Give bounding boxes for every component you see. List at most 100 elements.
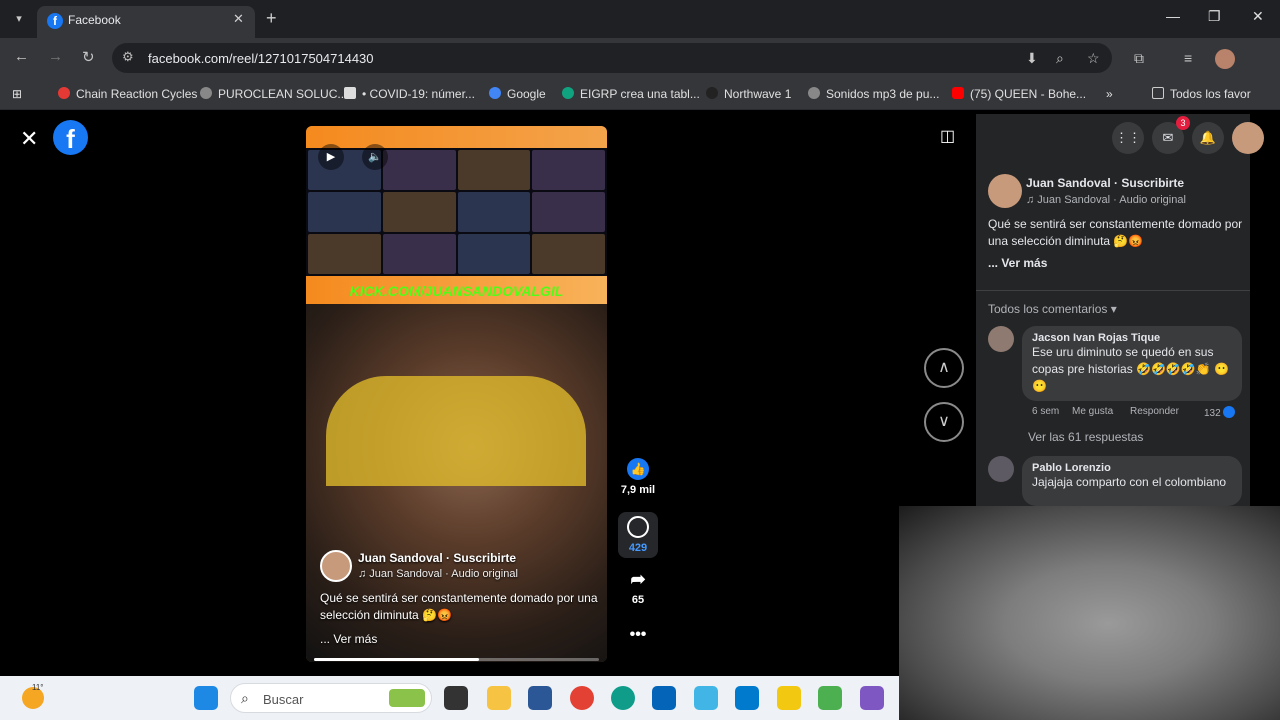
minimize-button[interactable]: — (1166, 8, 1180, 24)
previous-reel-button[interactable]: ∧ (924, 348, 964, 388)
comments-panel: ⋮⋮ ✉ 🔔 Juan Sandoval · Suscribirte ♫ Jua… (976, 114, 1264, 506)
bluestacks-icon[interactable] (818, 686, 842, 710)
comment-time[interactable]: 6 sem (1032, 406, 1059, 417)
commenter-avatar[interactable] (988, 326, 1014, 352)
thumbs-up-icon: 👍 (627, 458, 649, 480)
panel-subscribe-link[interactable]: · Suscribirte (1114, 176, 1184, 190)
reel-video[interactable]: ▶ 🔈 KICK.COM/JUANSANDOVALGIL Juan Sandov… (306, 126, 607, 662)
taskbar-search[interactable]: ⌕ Buscar (230, 683, 432, 713)
outlook-icon[interactable] (652, 686, 676, 710)
powerbi-icon[interactable] (777, 686, 801, 710)
globe-icon (200, 87, 212, 99)
start-icon[interactable] (194, 686, 218, 710)
panel-owner-avatar[interactable] (988, 174, 1022, 208)
back-button[interactable]: ← (14, 48, 29, 65)
messenger-badge: 3 (1176, 116, 1190, 130)
kick-banner: KICK.COM/JUANSANDOVALGIL (306, 276, 607, 304)
owner-avatar[interactable] (320, 550, 352, 582)
play-icon[interactable]: ▶ (318, 144, 344, 170)
bookmark-queen[interactable]: (75) QUEEN - Bohe... (952, 87, 1086, 101)
audio-label[interactable]: ♫ Juan Sandoval · Audio original (358, 568, 518, 580)
bookmark-northwave[interactable]: Northwave 1 (706, 87, 791, 101)
edge-icon[interactable] (611, 686, 635, 710)
panel-divider (976, 290, 1250, 291)
address-bar[interactable]: ⚙ facebook.com/reel/1271017504714430 (112, 43, 1112, 73)
panel-see-more-link[interactable]: ... Ver más (988, 256, 1047, 270)
subscribe-link[interactable]: · Suscribirte (446, 551, 516, 565)
video-progress-bar[interactable] (314, 658, 599, 661)
bookmark-puroclean[interactable]: PUROCLEAN SOLUC... (200, 87, 347, 101)
store-icon[interactable] (528, 686, 552, 710)
bookmarks-overflow-icon[interactable]: » (1106, 87, 1113, 101)
doc-icon (344, 87, 356, 99)
notifications-bell-icon[interactable]: 🔔 (1192, 122, 1224, 154)
owner-name[interactable]: Juan Sandoval (358, 551, 443, 565)
comment-bubble: Pablo Lorenzio Jajajaja comparto con el … (1022, 456, 1242, 506)
comment-action[interactable]: 429 (618, 512, 658, 558)
search-highlight-icon (389, 689, 425, 707)
profile-avatar[interactable] (1215, 49, 1235, 69)
bookmark-eigrp[interactable]: EIGRP crea una tabl... (562, 87, 700, 101)
task-view-icon[interactable] (444, 686, 468, 710)
panel-caption: Qué se sentirá ser constantemente domado… (988, 217, 1243, 248)
like-reaction-icon (1223, 406, 1236, 418)
share-action[interactable]: ➦ 65 (618, 568, 658, 606)
tab-close-icon[interactable]: ✕ (233, 11, 244, 27)
close-window-button[interactable]: ✕ (1252, 8, 1264, 25)
commenter-name[interactable]: Jacson Ivan Rojas Tique (1032, 332, 1232, 344)
share-icon: ➦ (630, 569, 646, 589)
windows-taskbar: 11° ⌕ Buscar (0, 676, 899, 720)
video-progress-fill (314, 658, 480, 661)
commenter-name[interactable]: Pablo Lorenzio (1032, 462, 1232, 474)
next-reel-button[interactable]: ∨ (924, 402, 964, 442)
northwave-icon (706, 87, 718, 99)
install-app-icon[interactable]: ⬇ (1026, 50, 1038, 67)
vscode-icon[interactable] (735, 686, 759, 710)
tab-facebook[interactable]: f Facebook ✕ (37, 6, 255, 38)
apps-grid-icon[interactable]: ⊞ (12, 87, 22, 101)
menu-grid-icon[interactable]: ⋮⋮ (1112, 122, 1144, 154)
panel-toggle-icon[interactable]: ◫ (940, 126, 955, 146)
volume-icon[interactable]: 🔈 (362, 144, 388, 170)
new-tab-button[interactable]: + (266, 8, 277, 29)
forward-button[interactable]: → (48, 48, 63, 65)
media-controls-icon[interactable]: ≡ (1184, 50, 1192, 66)
view-replies-link[interactable]: Ver las 61 respuestas (1028, 430, 1143, 444)
site-info-icon[interactable]: ⚙ (122, 49, 134, 65)
pin-icon (58, 87, 70, 99)
bookmark-star-icon[interactable]: ☆ (1087, 50, 1100, 67)
comment-like-link[interactable]: Me gusta (1072, 406, 1113, 417)
bookmark-sonidos[interactable]: Sonidos mp3 de pu... (808, 87, 939, 101)
bookmark-chain-reaction[interactable]: Chain Reaction Cycles (58, 87, 197, 101)
video-owner-line: Juan Sandoval · Suscribirte (358, 551, 516, 565)
chatgpt-icon (562, 87, 574, 99)
all-bookmarks-folder[interactable]: Todos los favor (1152, 87, 1251, 101)
extensions-icon[interactable]: ⧉ (1134, 50, 1144, 67)
search-icon: ⌕ (241, 690, 249, 706)
chrome-icon[interactable] (570, 686, 594, 710)
bookmark-covid[interactable]: • COVID-19: númer... (344, 87, 475, 101)
close-reel-icon[interactable]: ✕ (20, 126, 38, 152)
reload-button[interactable]: ↻ (82, 48, 95, 66)
like-action[interactable]: 👍 7,9 mil (618, 458, 658, 496)
youtube-icon (952, 87, 964, 99)
tab-search-menu[interactable]: ▾ (8, 8, 30, 30)
comment-reaction-count[interactable]: 132 (1204, 406, 1236, 419)
comment-sort-dropdown[interactable]: Todos los comentarios ▾ (988, 302, 1117, 316)
account-avatar[interactable] (1232, 122, 1264, 154)
panel-owner-name[interactable]: Juan Sandoval (1026, 176, 1111, 190)
app-icon[interactable] (694, 686, 718, 710)
bookmark-google[interactable]: Google (489, 87, 546, 101)
commenter-avatar[interactable] (988, 456, 1014, 482)
maximize-button[interactable]: ❐ (1208, 8, 1221, 25)
more-options-icon[interactable]: ••• (618, 626, 658, 644)
comment-text: Jajajaja comparto con el colombiano (1032, 475, 1227, 489)
zoom-icon[interactable]: ⌕ (1056, 50, 1064, 67)
see-more-link[interactable]: ... Ver más (320, 632, 377, 646)
facebook-logo-icon[interactable]: f (53, 120, 88, 155)
browser-toolbar: ← → ↻ ⚙ facebook.com/reel/12710175047144… (0, 38, 1280, 78)
app-icon[interactable] (860, 686, 884, 710)
file-explorer-icon[interactable] (487, 686, 511, 710)
comment-reply-link[interactable]: Responder (1130, 406, 1179, 417)
panel-audio-label[interactable]: ♫ Juan Sandoval · Audio original (1026, 194, 1186, 206)
